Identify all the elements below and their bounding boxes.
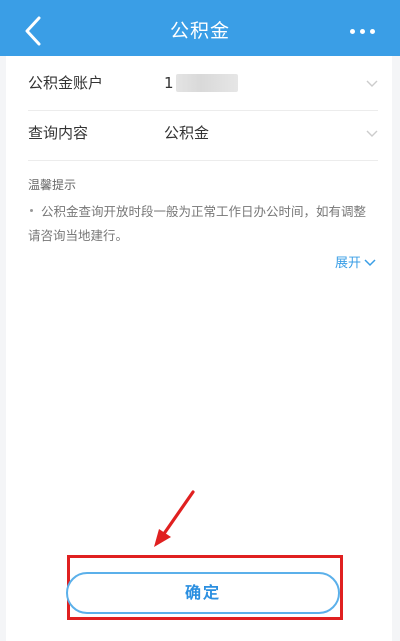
tips-body: 公积金查询开放时段一般为正常工作日办公时间，如有调整请咨询当地建行。 (28, 204, 367, 243)
tips-title: 温馨提示 (28, 178, 77, 192)
account-value: 1 (164, 74, 174, 92)
expand-link[interactable]: 展开 (335, 252, 376, 271)
query-content-label: 查询内容 (28, 124, 89, 142)
tips-text: 公积金查询开放时段一般为正常工作日办公时间，如有调整请咨询当地建行。 (28, 200, 376, 248)
masked-account-number (176, 74, 238, 92)
bullet-icon (30, 209, 33, 212)
more-button[interactable] (348, 18, 378, 44)
page-title: 公积金 (169, 20, 230, 42)
query-content-value: 公积金 (164, 124, 210, 142)
top-nav-bar: 公积金 (0, 6, 400, 56)
query-form-card: 公积金账户 1 查询内容 公积金 温馨提示 公积金查询开放时段一般为正常工作日办… (6, 56, 392, 641)
account-row[interactable]: 公积金账户 1 (28, 56, 378, 111)
more-dots-icon (360, 29, 365, 34)
chevron-down-icon (364, 258, 376, 266)
chevron-down-icon (366, 130, 378, 137)
chevron-down-icon (366, 80, 378, 87)
account-label: 公积金账户 (28, 74, 104, 92)
app-screen: 公积金 公积金账户 1 查询内容 公积金 温馨提示 公积金查询开放时段一般为正常… (0, 0, 400, 641)
expand-label: 展开 (334, 256, 361, 271)
more-dots-icon (350, 29, 355, 34)
query-content-row[interactable]: 查询内容 公积金 (28, 106, 378, 161)
confirm-button[interactable]: 确定 (66, 572, 340, 614)
more-dots-icon (370, 29, 375, 34)
red-arrow-annotation (154, 490, 195, 547)
